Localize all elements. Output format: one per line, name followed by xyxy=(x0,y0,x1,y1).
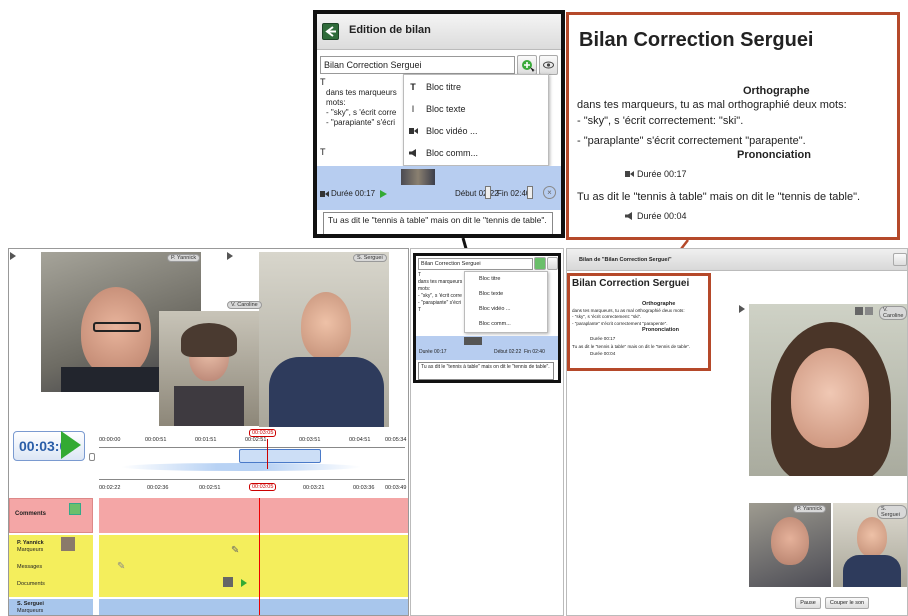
mid-editor-frame: Bilan Correction Serguei T dans tes marq… xyxy=(413,253,561,383)
report-title: Bilan Correction Serguei xyxy=(572,278,690,289)
block-line: dans tes marqueurs xyxy=(418,279,463,285)
report-line: Tu as dit le "tennis à table" mais on di… xyxy=(572,344,691,349)
tick-label: 00:01:51 xyxy=(195,437,217,443)
timeline-overview[interactable]: 00:00:00 00:00:51 00:01:51 00:02:51 00:0… xyxy=(99,429,407,474)
paperclip-icon[interactable]: ✎ xyxy=(231,545,239,556)
comments-track[interactable] xyxy=(99,498,408,533)
report-title-input[interactable]: Bilan Correction Serguei xyxy=(418,258,533,270)
menu-item-bloc-texte[interactable]: Bloc texte xyxy=(479,291,503,297)
menu-item-bloc-video[interactable]: Bloc vidéo ... xyxy=(479,306,511,312)
zoom-range-band xyxy=(121,463,361,471)
tick-label: 00:03:21 xyxy=(303,485,325,491)
block-line: T xyxy=(418,272,422,278)
pencil-icon[interactable]: ✎ xyxy=(117,561,125,572)
playhead-line xyxy=(267,439,268,469)
tick-label: 00:00:51 xyxy=(145,437,167,443)
mute-button[interactable]: Couper le son xyxy=(825,597,869,609)
report-box: Bilan Correction Serguei Orthographe dan… xyxy=(567,273,711,371)
participant-badge: S. Serguei xyxy=(877,505,907,519)
yannick-track[interactable] xyxy=(99,535,408,597)
menu-item-bloc-titre[interactable]: Bloc titre xyxy=(479,276,500,282)
add-comment-icon[interactable] xyxy=(69,503,81,515)
report-line: - "paraplante" s'écrit correctement "par… xyxy=(572,321,668,326)
video-v-caroline-large[interactable] xyxy=(749,304,907,476)
timeline-detail[interactable]: 00:02:22 00:02:36 00:02:51 00:03:05 00:0… xyxy=(99,477,407,497)
menu-item-bloc-comm[interactable]: Bloc comm... xyxy=(479,321,511,327)
tick-label: 00:04:51 xyxy=(349,437,371,443)
duration-item: Durée 00:04 xyxy=(590,351,616,356)
debut-field[interactable]: Début 02:22 xyxy=(494,349,521,355)
play-button[interactable] xyxy=(61,431,81,459)
track-sub-messages[interactable]: Messages xyxy=(17,564,42,570)
play-icon[interactable] xyxy=(10,252,16,260)
current-time-marker[interactable]: 00:03:05 xyxy=(249,483,277,491)
track-name: S. Serguei xyxy=(17,601,44,607)
tick-label: 00:02:51 xyxy=(245,437,267,443)
heading-orthographe: Orthographe xyxy=(642,301,676,307)
track-name: P. Yannick xyxy=(17,540,44,546)
playhead-line xyxy=(259,498,260,615)
video-p-yannick-thumb[interactable] xyxy=(749,503,831,587)
video-s-serguei[interactable] xyxy=(259,252,389,427)
video-thumbnail xyxy=(464,337,482,345)
block-line: - "parapiante" s'écri xyxy=(418,300,462,306)
duration-label: Durée 00:17 xyxy=(419,349,447,355)
play-icon[interactable] xyxy=(241,579,247,587)
window-title: Bilan de "Bilan Correction Serguei" xyxy=(579,257,672,263)
block-line: - "sky", s 'écrit corre xyxy=(418,293,462,299)
current-time-marker[interactable]: 00:03:05 xyxy=(249,429,277,437)
serguei-track[interactable] xyxy=(99,599,408,615)
avatar xyxy=(61,537,75,551)
lock-icon[interactable] xyxy=(865,307,873,315)
track-sub-marqueurs[interactable]: Marqueurs xyxy=(17,608,43,614)
selection-window[interactable] xyxy=(239,449,321,463)
play-icon[interactable] xyxy=(739,305,745,313)
tick-label: 00:03:36 xyxy=(353,485,375,491)
add-block-button[interactable] xyxy=(534,257,546,270)
pause-button[interactable]: Pause xyxy=(795,597,821,609)
block-line: T xyxy=(418,307,422,313)
document-icon[interactable] xyxy=(223,577,233,587)
tick-label: 00:02:22 xyxy=(99,485,121,491)
speaker-icon[interactable] xyxy=(855,307,863,315)
track-sub-marqueurs[interactable]: Marqueurs xyxy=(17,547,43,553)
tick-label: 00:00:00 xyxy=(99,437,121,443)
comments-label: Comments xyxy=(15,511,47,517)
tick-label: 00:05:34 xyxy=(385,437,407,443)
participant-badge: V. Caroline xyxy=(227,301,262,309)
block-line: mots: xyxy=(418,286,431,292)
tick-label: 00:03:49 xyxy=(385,485,407,491)
mid-block-list: T dans tes marqueurs mots: - "sky", s 'é… xyxy=(418,272,466,314)
heading-prononciation: Prononciation xyxy=(642,327,679,333)
participant-badge: S. Serguei xyxy=(353,254,387,262)
video-block[interactable]: Durée 00:17 Début 02:22 Fin 02:40 xyxy=(416,336,558,360)
timeline-track xyxy=(99,479,405,480)
fin-field[interactable]: Fin 02:40 xyxy=(524,349,545,355)
preview-button[interactable] xyxy=(547,257,558,270)
report-line: dans tes marqueurs, tu as mal orthograph… xyxy=(572,308,685,313)
right-app-window: Bilan de "Bilan Correction Serguei" Bila… xyxy=(566,248,908,616)
tick-label: 00:02:51 xyxy=(199,485,221,491)
comment-text-area[interactable]: Tu as dit le "tennis à table" mais on di… xyxy=(418,362,554,380)
add-block-menu: Bloc titre Bloc texte Bloc vidéo ... Blo… xyxy=(464,271,548,333)
tick-label: 00:03:51 xyxy=(299,437,321,443)
mid-editor-panel: Bilan Correction Serguei T dans tes marq… xyxy=(410,248,564,616)
play-icon[interactable] xyxy=(227,252,233,260)
report-line: - "sky", s 'écrit correctement: "ski". xyxy=(572,314,642,319)
track-sub-documents[interactable]: Documents xyxy=(17,581,45,587)
duration-item: Durée 00:17 xyxy=(590,336,616,341)
volume-icon[interactable] xyxy=(89,453,95,461)
window-button[interactable] xyxy=(893,253,907,266)
video-v-caroline[interactable] xyxy=(159,311,259,426)
participant-badge: P. Yannick xyxy=(167,254,201,262)
timeline-track xyxy=(99,447,405,448)
left-app-window: P. Yannick S. Serguei V. Caroline 00:03:… xyxy=(8,248,409,616)
participant-badge: V. Caroline xyxy=(879,306,907,320)
tick-label: 00:02:36 xyxy=(147,485,169,491)
participant-badge: P. Yannick xyxy=(793,505,827,513)
